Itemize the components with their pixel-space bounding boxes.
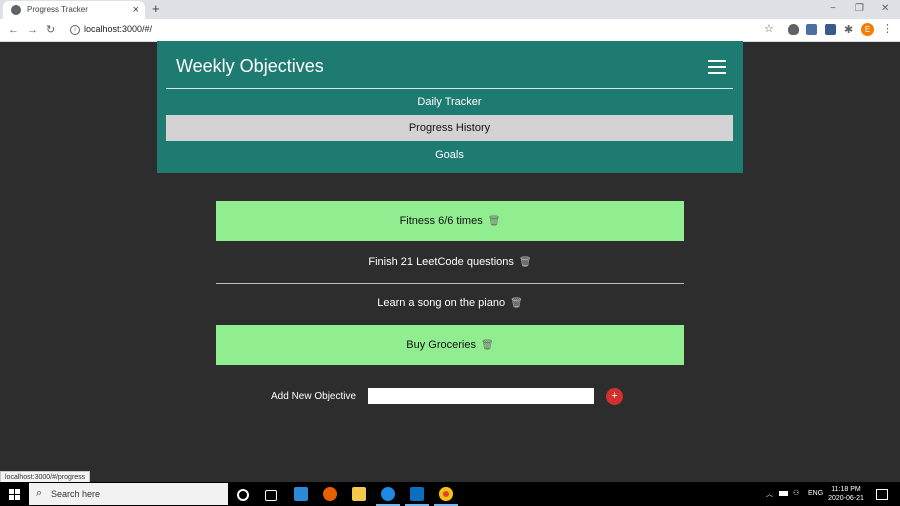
objective-item[interactable]: Fitness 6/6 times 🗑 (216, 201, 684, 241)
objective-item[interactable]: Finish 21 LeetCode questions 🗑 (216, 242, 684, 282)
globe-icon (11, 5, 21, 15)
info-icon[interactable]: i (70, 25, 80, 35)
chrome-icon[interactable] (439, 487, 453, 501)
trash-icon[interactable]: 🗑 (510, 284, 523, 324)
maximize-icon[interactable]: ❐ (855, 2, 864, 16)
edge-icon[interactable] (381, 487, 395, 501)
objective-text: Fitness 6/6 times (399, 215, 483, 227)
windows-start-icon[interactable] (9, 489, 20, 500)
reload-icon[interactable]: ↻ (46, 22, 55, 38)
objective-item[interactable]: Learn a song on the piano 🗑 (216, 283, 684, 323)
browser-toolbar: ← → ↻ i localhost:3000/#/ ☆ ✱ E ⋮ (0, 19, 900, 42)
clock-date: 2020-06-21 (828, 495, 864, 502)
profile-avatar[interactable]: E (861, 23, 874, 36)
add-objective-label: Add New Objective (271, 391, 357, 402)
new-tab-button[interactable]: + (152, 2, 160, 16)
minimize-icon[interactable]: − (830, 2, 836, 16)
system-clock[interactable]: 11:18 PM 2020-06-21 (826, 485, 866, 503)
add-objective-button[interactable]: + (606, 388, 623, 405)
nav-item-goals[interactable]: Goals (166, 142, 733, 168)
nav-item-progress-history[interactable]: Progress History (166, 115, 733, 141)
clock-time: 11:18 PM (831, 486, 861, 493)
file-explorer-icon[interactable] (352, 487, 366, 501)
objective-item[interactable]: Buy Groceries 🗑 (216, 325, 684, 365)
taskbar-search[interactable]: ⌕ Search here (29, 483, 228, 505)
address-bar[interactable]: localhost:3000/#/ (84, 24, 152, 34)
task-view-icon[interactable] (265, 490, 277, 501)
forward-icon[interactable]: → (27, 22, 38, 38)
network-icon[interactable]: ⚇ (793, 489, 799, 497)
vscode-icon[interactable] (410, 487, 424, 501)
objective-text: Learn a song on the piano (377, 297, 506, 309)
app-header: Weekly Objectives Daily Tracker Progress… (157, 41, 743, 173)
hamburger-menu-icon[interactable] (708, 60, 726, 74)
taskbar: ⌕ Search here ︿ ⚇ ENG 11:18 PM 2020-06-2… (0, 482, 900, 506)
extension-icon[interactable] (825, 24, 836, 35)
tab-title: Progress Tracker (27, 5, 88, 14)
close-window-icon[interactable]: ✕ (881, 2, 889, 16)
extension-icon[interactable] (806, 24, 817, 35)
browser-tab[interactable]: Progress Tracker × (3, 1, 145, 19)
puzzle-extensions-icon[interactable]: ✱ (844, 22, 853, 38)
browser-tabstrip: Progress Tracker × + − ❐ ✕ (0, 0, 900, 19)
search-icon: ⌕ (36, 487, 43, 499)
shield-extension-icon[interactable] (788, 24, 799, 35)
taskbar-search-placeholder: Search here (51, 489, 101, 499)
close-tab-icon[interactable]: × (133, 3, 139, 17)
browser-menu-icon[interactable]: ⋮ (882, 22, 893, 36)
new-objective-input[interactable] (368, 388, 594, 404)
language-indicator[interactable]: ENG (808, 490, 823, 497)
notification-icon[interactable] (876, 489, 888, 500)
trash-icon[interactable]: 🗑 (519, 243, 532, 283)
trash-icon[interactable]: 🗑 (488, 202, 501, 242)
tray-chevron-icon[interactable]: ︿ (766, 489, 773, 499)
cortana-icon[interactable] (237, 489, 249, 501)
bookmark-star-icon[interactable]: ☆ (764, 22, 774, 36)
objective-text: Buy Groceries (406, 339, 476, 351)
nav-item-daily-tracker[interactable]: Daily Tracker (166, 89, 733, 115)
battery-icon[interactable] (779, 491, 788, 496)
firefox-icon[interactable] (323, 487, 337, 501)
back-icon[interactable]: ← (8, 22, 19, 38)
trash-icon[interactable]: 🗑 (481, 326, 494, 366)
objective-text: Finish 21 LeetCode questions (368, 256, 514, 268)
mail-icon[interactable] (294, 487, 308, 501)
page-title: Weekly Objectives (176, 56, 324, 76)
